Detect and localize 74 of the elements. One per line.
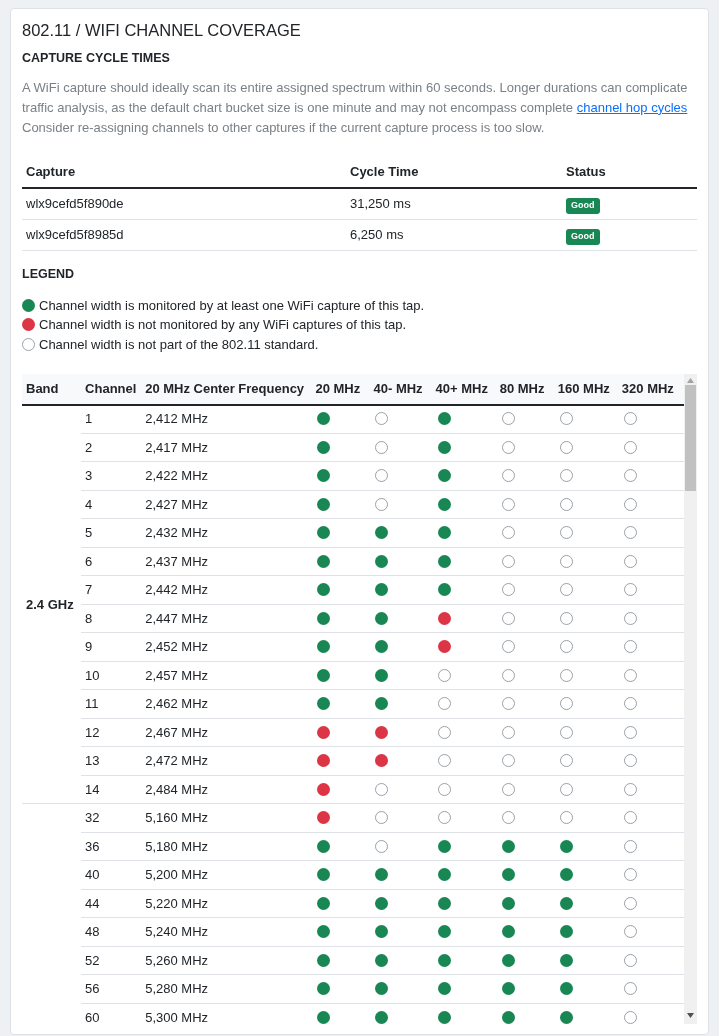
column-header: 40+ MHz (431, 374, 496, 405)
table-cell: 2 (81, 433, 142, 462)
scrollbar-thumb[interactable] (685, 385, 696, 492)
table-cell: 2,432 MHz (141, 518, 312, 548)
table-cell: 2,447 MHz (141, 604, 312, 633)
help-link[interactable]: channel hop cycles (576, 99, 688, 115)
table-cell: 44 (81, 889, 142, 918)
table-cell: 12 (81, 718, 142, 747)
table-cell: wlx9cefd5f890de (22, 188, 346, 220)
table-cell: 5,300 MHz (141, 1003, 312, 1025)
table-cell: 5 (81, 518, 142, 548)
table-cell: 2,452 MHz (141, 632, 312, 662)
column-header: 40- MHz (369, 374, 432, 405)
table-cell: 48 (81, 917, 142, 947)
table-cell: 2,457 MHz (141, 661, 312, 690)
band-cell: 2.4 GHz (22, 404, 82, 804)
column-header: 320 MHz (617, 374, 684, 405)
table-cell: 4 (81, 490, 142, 519)
column-header: 80 MHz (495, 374, 554, 405)
table-cell: 2,422 MHz (141, 461, 312, 491)
table-cell: 5,220 MHz (141, 889, 312, 918)
legend-text: Channel width is not part of the 802.11 standard. (39, 335, 319, 354)
table-cell: 8 (81, 604, 142, 633)
column-header: Band (22, 374, 82, 405)
column-header: Status (562, 155, 697, 189)
table-cell: 2,427 MHz (141, 490, 312, 519)
table-cell: 2,472 MHz (141, 746, 312, 776)
table-cell: 5,160 MHz (141, 803, 312, 833)
column-header: 20 MHz (311, 374, 370, 405)
table-cell: 5,180 MHz (141, 832, 312, 861)
table-cell: 10 (81, 661, 142, 690)
table-cell: 9 (81, 632, 142, 662)
table-cell: 13 (81, 746, 142, 776)
table-cell: 11 (81, 689, 142, 719)
table-cell: 5,200 MHz (141, 860, 312, 890)
section-heading: CAPTURE CYCLE TIMES (22, 49, 171, 67)
table-cell: 6,250 ms (346, 219, 562, 251)
page-title: 802.11 / WIFI CHANNEL COVERAGE (22, 21, 302, 41)
scroll-down-icon[interactable] (687, 1013, 694, 1019)
table-cell: 5,240 MHz (141, 917, 312, 947)
table-cell: 2,467 MHz (141, 718, 312, 747)
column-header: Channel (81, 374, 142, 405)
status-badge: Good (566, 228, 600, 245)
table-cell: 1 (81, 404, 142, 434)
legend-text: Channel width is monitored by at least one WiFi capture of this tap. (39, 296, 425, 315)
legend-text: Channel width is not monitored by any WiFi captures of this tap. (39, 316, 407, 335)
table-cell: 5,280 MHz (141, 974, 312, 1004)
description: A WiFi capture should ideally scan its entire assigned spectrum within 60 seconds. Longer durations can complicate traffic analysis, as the default chart bucket size is one minute and may not encompass complete channel hop cycles Consider re-assigning channels to other captures if the current capture process is too slow. (22, 78, 689, 137)
column-header: 160 MHz (553, 374, 618, 405)
table-cell: 52 (81, 946, 142, 975)
status-badge: Good (566, 198, 600, 214)
column-header: Cycle Time (346, 155, 562, 189)
table-cell: 56 (81, 974, 142, 1004)
table-cell: 36 (81, 832, 142, 861)
table-cell: wlx9cefd5f8985d (22, 219, 346, 251)
table-cell: 5,260 MHz (141, 946, 312, 975)
scrollbar[interactable] (684, 374, 697, 1025)
table-cell: 3 (81, 461, 142, 491)
table-cell: 6 (81, 547, 142, 576)
table-cell: 2,484 MHz (141, 775, 312, 804)
table-cell: 14 (81, 775, 142, 804)
table-cell: 60 (81, 1003, 142, 1025)
section-heading: LEGEND (22, 265, 76, 283)
table-cell: 2,437 MHz (141, 547, 312, 576)
table-cell: 2,417 MHz (141, 433, 312, 462)
table-cell: 2,412 MHz (141, 404, 312, 434)
table-cell: 40 (81, 860, 142, 890)
table-cell: 7 (81, 575, 142, 605)
table-cell: 2,442 MHz (141, 575, 312, 605)
table-cell: 2,462 MHz (141, 689, 312, 719)
column-header: 20 MHz Center Frequency (141, 374, 312, 405)
table-cell: 31,250 ms (346, 188, 562, 220)
table-cell: 32 (81, 803, 142, 833)
column-header: Capture (22, 155, 346, 189)
